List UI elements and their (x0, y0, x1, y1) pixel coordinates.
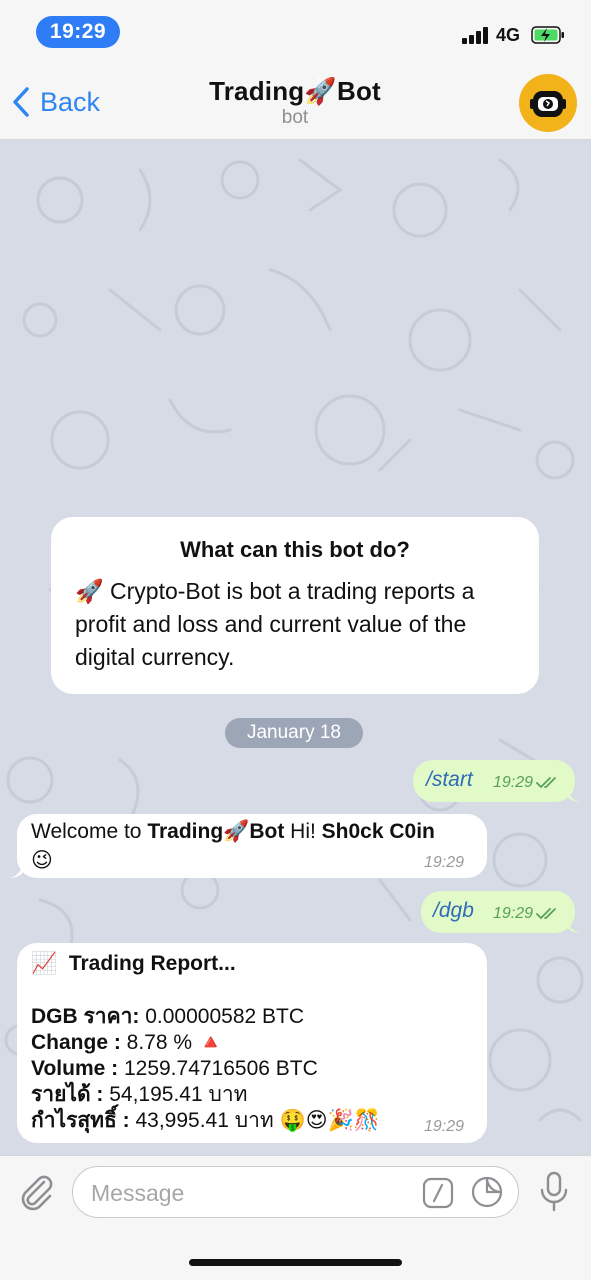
rocket-emoji: 🚀 (75, 578, 104, 604)
message-field[interactable] (72, 1166, 519, 1218)
chat-subtitle: bot (281, 107, 309, 128)
rocket-emoji: 🚀 (223, 820, 250, 843)
incoming-message-trading-report[interactable]: 📈 Trading Report... DGB ราคา: 0.00000582… (17, 943, 487, 1143)
back-label: Back (40, 86, 101, 117)
outgoing-message-dgb[interactable]: /dgb 19:29 (421, 891, 575, 933)
bubble-tail (567, 786, 581, 802)
wink-emoji: 😉 (31, 849, 53, 872)
double-check-icon (536, 908, 556, 920)
home-indicator[interactable] (189, 1259, 402, 1266)
paperclip-icon[interactable] (16, 1172, 56, 1212)
report-price: DGB ราคา: 0.00000582 BTC (31, 1005, 305, 1028)
chat-title-area[interactable]: Trading🚀Bot bot (150, 76, 440, 129)
message-time: 19:29 (424, 854, 465, 871)
welcome-text: Welcome to Trading🚀Bot Hi! Sh0ck C0in (31, 820, 435, 843)
bubble-tail (567, 917, 581, 933)
red-triangle-emoji: 🔺 (197, 1031, 225, 1054)
chevron-left-icon (13, 87, 29, 117)
message-time: 19:29 (424, 1118, 465, 1135)
command-start[interactable]: /start (426, 768, 473, 792)
info-card-text: 🚀 Crypto-Bot is bot a trading reports a … (75, 578, 475, 670)
report-change: Change : 8.78 % 🔺 (31, 1031, 225, 1054)
status-bar: 19:29 4G (0, 0, 591, 64)
rocket-emoji: 🚀 (304, 76, 337, 106)
message-time: 19:29 (493, 905, 534, 922)
battery-charging-icon (531, 26, 564, 44)
emoji-group: 🤑😍🎉🎊 (279, 1109, 380, 1132)
date-separator: January 18 (225, 718, 363, 748)
message-time: 19:29 (493, 774, 534, 791)
report-income: รายได้ : 54,195.41 บาท (31, 1083, 248, 1106)
bot-info-card: What can this bot do? 🚀 Crypto-Bot is bo… (51, 517, 539, 694)
chat-area[interactable]: What can this bot do? 🚀 Crypto-Bot is bo… (0, 140, 591, 1155)
bot-avatar[interactable] (519, 74, 577, 132)
double-check-icon (536, 777, 556, 789)
report-volume: Volume : 1259.74716506 BTC (31, 1057, 318, 1080)
status-time: 19:29 (36, 16, 120, 48)
outgoing-message-start[interactable]: /start 19:29 (413, 760, 575, 802)
report-net-profit: กำไรสุทธิ์ : 43,995.41 บาท 🤑😍🎉🎊 (31, 1109, 380, 1132)
network-type: 4G (496, 25, 521, 45)
sticker-icon[interactable] (470, 1175, 504, 1209)
astronaut-helmet-icon (530, 91, 566, 117)
chat-header: Back Trading🚀Bot bot (0, 64, 591, 140)
report-header: 📈 Trading Report... (31, 952, 236, 975)
message-input[interactable] (91, 1178, 391, 1208)
bot-commands-icon[interactable] (422, 1177, 454, 1209)
message-meta: 19:29 (493, 905, 562, 923)
chart-increasing-emoji: 📈 (31, 952, 58, 975)
microphone-icon[interactable] (538, 1170, 570, 1214)
signal-icon (462, 26, 492, 44)
incoming-message-welcome[interactable]: Welcome to Trading🚀Bot Hi! Sh0ck C0in 😉 … (17, 814, 487, 878)
info-card-title: What can this bot do? (180, 537, 410, 562)
bubble-tail (9, 862, 23, 878)
back-button[interactable]: Back (12, 86, 100, 118)
command-dgb[interactable]: /dgb (433, 899, 474, 923)
chat-title: Trading🚀Bot (209, 76, 381, 106)
message-meta: 19:29 (493, 774, 562, 792)
